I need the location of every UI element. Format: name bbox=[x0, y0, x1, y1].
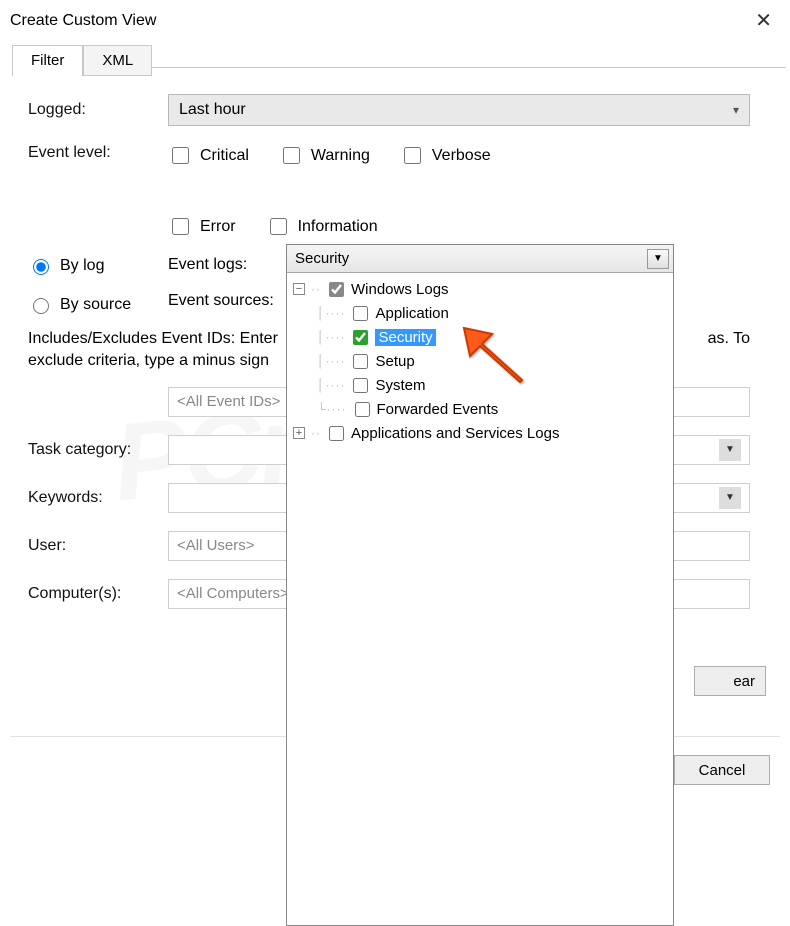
eventlogs-selected-text: Security bbox=[295, 250, 349, 267]
logged-dropdown[interactable]: Last hour ▾ bbox=[168, 94, 750, 126]
tab-xml[interactable]: XML bbox=[83, 45, 152, 76]
level-checks: Critical Warning Verbose Error Informati… bbox=[168, 144, 750, 238]
tree-node-apps-services[interactable]: + ·· Applications and Services Logs bbox=[293, 421, 667, 445]
chevron-down-icon: ▼ bbox=[719, 487, 741, 509]
chevron-down-icon[interactable]: ▼ bbox=[647, 249, 669, 269]
tree-node-windows-logs[interactable]: − ·· Windows Logs bbox=[293, 277, 667, 301]
tree-node-system[interactable]: │···· System bbox=[293, 373, 667, 397]
label-taskcat: Task category: bbox=[28, 441, 168, 459]
label-keywords: Keywords: bbox=[28, 489, 168, 507]
log-source-radios: By log By source bbox=[28, 256, 168, 314]
label-eventlogs: Event logs: bbox=[168, 256, 298, 274]
tree-node-setup[interactable]: │···· Setup bbox=[293, 349, 667, 373]
title-bar: Create Custom View ✕ bbox=[0, 0, 790, 39]
eventlogs-tree: − ·· Windows Logs │···· Application │···… bbox=[287, 273, 673, 925]
logged-value: Last hour bbox=[179, 101, 246, 119]
tree-node-security[interactable]: │···· Security bbox=[293, 325, 667, 349]
check-verbose[interactable]: Verbose bbox=[400, 144, 491, 167]
close-icon[interactable]: ✕ bbox=[749, 8, 778, 33]
label-computers: Computer(s): bbox=[28, 585, 168, 603]
label-logged: Logged: bbox=[28, 101, 168, 119]
expand-icon[interactable]: + bbox=[293, 427, 305, 439]
tree-node-forwarded[interactable]: └···· Forwarded Events bbox=[293, 397, 667, 421]
radio-by-log[interactable]: By log bbox=[28, 256, 168, 275]
chevron-down-icon: ▼ bbox=[719, 439, 741, 461]
check-warning[interactable]: Warning bbox=[279, 144, 370, 167]
chevron-down-icon: ▾ bbox=[733, 103, 739, 117]
eventlogs-dropdown-header[interactable]: Security ▼ bbox=[287, 245, 673, 273]
tab-filter[interactable]: Filter bbox=[12, 45, 83, 76]
window-title: Create Custom View bbox=[10, 12, 156, 30]
cancel-button[interactable]: Cancel bbox=[674, 755, 770, 785]
tree-node-application[interactable]: │···· Application bbox=[293, 301, 667, 325]
radio-by-source[interactable]: By source bbox=[28, 295, 168, 314]
eventlogs-dropdown-popup: Security ▼ − ·· Windows Logs │···· Appli… bbox=[286, 244, 674, 926]
label-eventsources: Event sources: bbox=[168, 292, 298, 310]
label-user: User: bbox=[28, 537, 168, 555]
label-eventlevel: Event level: bbox=[28, 144, 168, 162]
check-information[interactable]: Information bbox=[266, 215, 378, 238]
check-critical[interactable]: Critical bbox=[168, 144, 249, 167]
tab-strip: Filter XML bbox=[12, 45, 790, 76]
clear-button[interactable]: ear bbox=[694, 666, 766, 696]
check-error[interactable]: Error bbox=[168, 215, 236, 238]
collapse-icon[interactable]: − bbox=[293, 283, 305, 295]
